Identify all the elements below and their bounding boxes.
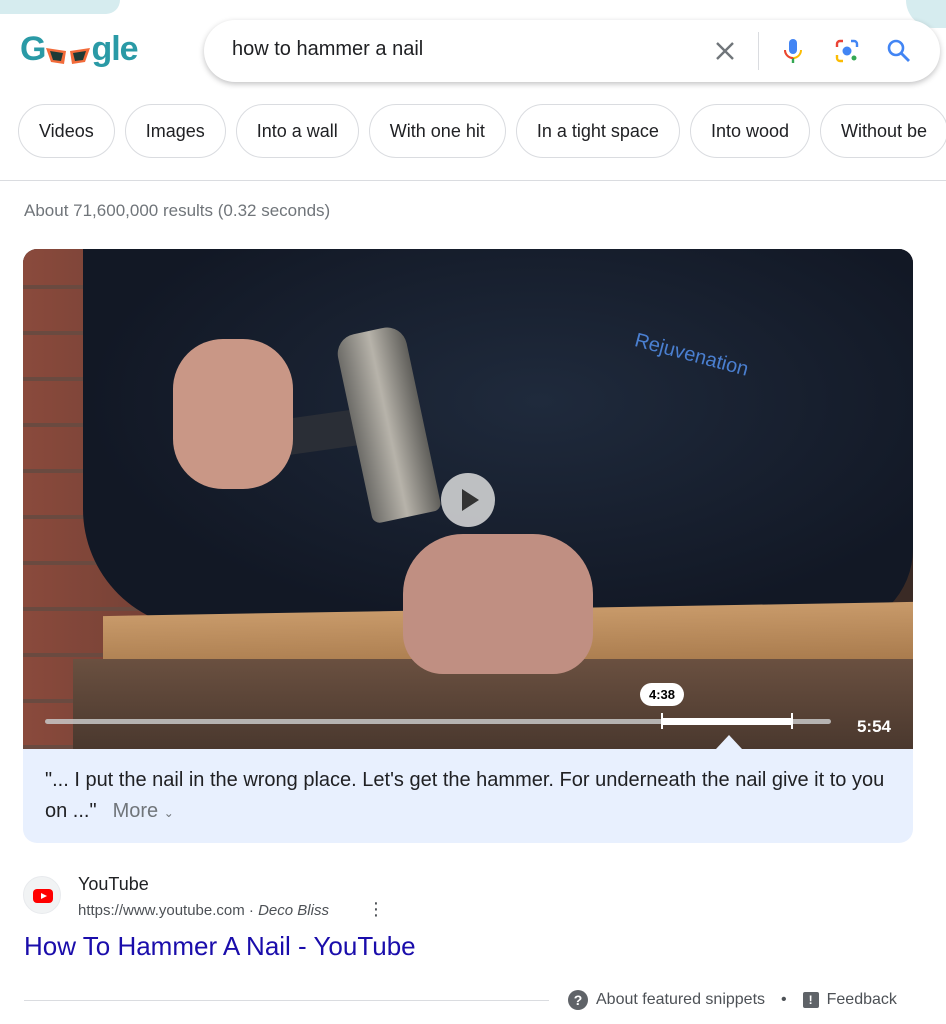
microphone-icon[interactable] (780, 38, 806, 64)
lens-camera-icon[interactable] (834, 38, 860, 64)
youtube-icon (33, 889, 53, 903)
result-url: https://www.youtube.com · Deco Bliss (78, 902, 329, 919)
search-box[interactable]: how to hammer a nail (204, 20, 940, 82)
google-doodle-logo[interactable]: Ggle (20, 30, 139, 69)
youtube-favicon (23, 876, 61, 914)
result-title-link[interactable]: How To Hammer A Nail - YouTube (24, 931, 416, 962)
hand (173, 339, 293, 489)
result-author: Deco Bliss (258, 902, 329, 919)
header-divider (0, 180, 946, 181)
clip-segment (662, 718, 792, 725)
result-source: YouTube (78, 874, 149, 894)
chip-into-wood[interactable]: Into wood (689, 104, 810, 158)
search-input[interactable]: how to hammer a nail (232, 38, 423, 61)
clear-icon[interactable] (712, 38, 738, 64)
result-stats: About 71,600,000 results (0.32 seconds) (24, 201, 331, 220)
divider (758, 32, 759, 70)
caption-pointer (716, 735, 742, 749)
hand (403, 534, 593, 674)
more-button[interactable]: More ⌄ (113, 800, 174, 822)
sunglasses-icon (45, 37, 91, 65)
chip-videos[interactable]: Videos (18, 104, 115, 158)
more-options-icon[interactable]: · · · (371, 893, 381, 925)
snippet-footer: ? About featured snippets • ! Feedback (568, 990, 897, 1010)
feedback-link[interactable]: Feedback (827, 991, 897, 1009)
video-progress-track[interactable] (45, 713, 831, 729)
url-text: https://www.youtube.com (78, 902, 245, 919)
search-icon[interactable] (886, 38, 912, 64)
more-label: More (112, 800, 159, 822)
help-icon: ? (568, 990, 588, 1010)
about-featured-snippets-link[interactable]: About featured snippets (596, 991, 765, 1009)
transcript-quote: "... I put the nail in the wrong place. … (45, 765, 895, 829)
doodle-decoration (0, 0, 120, 14)
chevron-down-icon: ⌄ (163, 806, 174, 820)
chip-without-be[interactable]: Without be (820, 104, 946, 158)
clip-start-marker (661, 713, 663, 729)
separator-dot: • (781, 991, 787, 1008)
feedback-icon: ! (802, 992, 819, 1008)
clip-start-time: 4:38 (639, 683, 685, 706)
footer-divider (24, 1000, 549, 1001)
play-button-icon[interactable] (441, 473, 495, 527)
refinement-chips: Videos Images Into a wall With one hit I… (18, 104, 946, 158)
chip-images[interactable]: Images (124, 104, 226, 158)
featured-video-snippet: Rejuvenation 4:38 5:54 "... I put the na… (23, 249, 913, 843)
chip-into-a-wall[interactable]: Into a wall (235, 104, 359, 158)
chip-with-one-hit[interactable]: With one hit (368, 104, 506, 158)
clip-end-marker (790, 713, 793, 729)
video-duration: 5:54 (856, 717, 891, 736)
video-thumbnail[interactable]: Rejuvenation 4:38 5:54 (23, 249, 913, 749)
chip-in-a-tight-space[interactable]: In a tight space (515, 104, 680, 158)
